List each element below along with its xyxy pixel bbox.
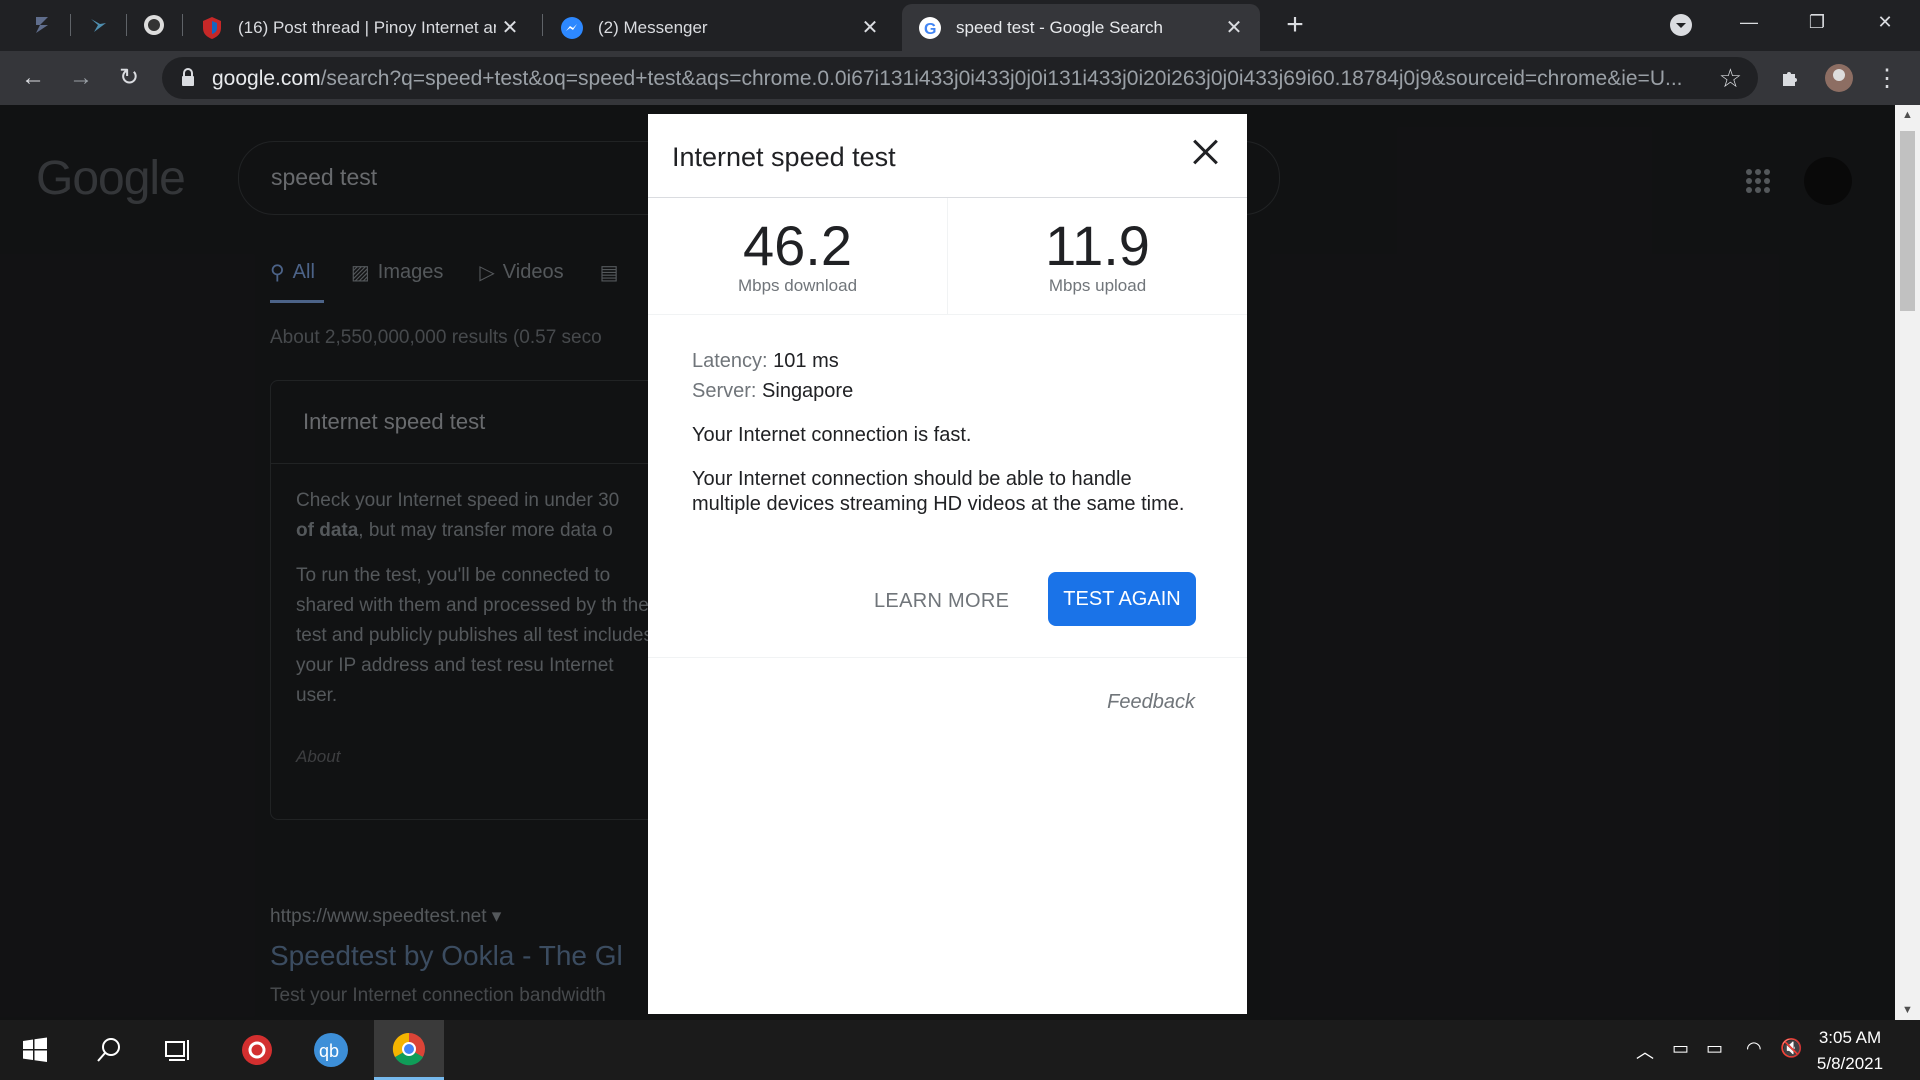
browser-toolbar: ← → ↻ google.com/search?q=speed+test&oq=… xyxy=(0,51,1920,105)
show-hidden-icons[interactable]: ︿ xyxy=(1636,1038,1654,1064)
avatar-face-icon xyxy=(144,15,164,35)
latency-value: 101 ms xyxy=(773,350,839,372)
svg-text:G: G xyxy=(924,21,936,38)
download-unit: Mbps download xyxy=(737,276,858,295)
close-tab-icon[interactable]: ✕ xyxy=(496,15,524,40)
feedback-link[interactable]: Feedback xyxy=(1107,691,1195,714)
chrome-taskbar-icon[interactable] xyxy=(374,1020,444,1080)
chrome-menu-icon[interactable]: ⋮ xyxy=(1870,61,1904,95)
minimize-button[interactable]: — xyxy=(1720,0,1778,44)
shield-icon xyxy=(200,16,224,40)
upload-stat: 11.9 Mbps upload xyxy=(948,198,1247,314)
reload-icon[interactable]: ↻ xyxy=(110,59,148,97)
upload-value: 11.9 xyxy=(1045,214,1150,277)
close-icon[interactable] xyxy=(1189,136,1221,168)
tab-search-icon[interactable] xyxy=(1664,8,1698,42)
server-row: Server: Singapore xyxy=(692,380,854,402)
scroll-up-icon: ▲ xyxy=(1902,109,1913,121)
latency-row: Latency: 101 ms xyxy=(692,350,839,372)
tab-strip: (16) Post thread | Pinoy Internet and Te… xyxy=(0,0,1920,51)
tab-title: speed test - Google Search xyxy=(956,17,1163,37)
tab-messenger[interactable]: (2) Messenger ✕ xyxy=(544,4,896,51)
tab-title: (16) Post thread | Pinoy Internet and Te… xyxy=(238,17,496,37)
upload-unit: Mbps upload xyxy=(1048,276,1147,295)
test-again-button[interactable]: TEST AGAIN xyxy=(1048,572,1196,626)
restore-button[interactable]: ❐ xyxy=(1788,0,1846,44)
clock-time: 3:05 AM xyxy=(1818,1028,1882,1047)
speed-test-dialog: Internet speed test 46.2 Mbps download 1… xyxy=(648,114,1247,1014)
pinned-tab-3[interactable] xyxy=(134,8,174,42)
wifi-icon[interactable]: ◠ xyxy=(1746,1038,1762,1059)
learn-more-button[interactable]: LEARN MORE xyxy=(874,590,1009,613)
dialog-body: Latency: 101 ms Server: Singapore Your I… xyxy=(692,346,1202,517)
lock-icon xyxy=(182,68,194,86)
bookmark-star-icon[interactable]: ☆ xyxy=(1719,63,1742,94)
new-tab-button[interactable]: + xyxy=(1278,8,1312,42)
system-clock[interactable]: 3:05 AM 5/8/2021 xyxy=(1800,1025,1900,1077)
close-tab-icon[interactable]: ✕ xyxy=(1220,15,1248,40)
tab-title: (2) Messenger xyxy=(598,17,708,37)
address-bar[interactable]: google.com/search?q=speed+test&oq=speed+… xyxy=(162,57,1758,99)
pinned-tab-2[interactable] xyxy=(78,8,118,42)
windows-taskbar: qb ︿ ▭ ▭ ◠ 🔇 3:05 AM 5/8/2021 xyxy=(0,1020,1920,1080)
speed-verdict: Your Internet connection is fast. xyxy=(692,424,972,446)
speed-results: 46.2 Mbps download 11.9 Mbps upload xyxy=(648,198,1247,315)
window-close-button[interactable]: ✕ xyxy=(1856,0,1914,44)
extensions-puzzle-icon[interactable] xyxy=(1774,61,1808,95)
dialog-header: Internet speed test xyxy=(648,114,1247,198)
qbittorrent-icon[interactable]: qb xyxy=(300,1020,362,1080)
url-text: google.com/search?q=speed+test&oq=speed+… xyxy=(212,67,1683,90)
battery-icon[interactable]: ▭ xyxy=(1706,1038,1723,1059)
meet-now-icon[interactable]: ▭ xyxy=(1672,1038,1689,1059)
download-stat: 46.2 Mbps download xyxy=(648,198,947,314)
pinned-tab-1[interactable] xyxy=(22,8,62,42)
dialog-title: Internet speed test xyxy=(672,142,896,172)
task-view-icon[interactable] xyxy=(148,1020,210,1080)
page-scrollbar[interactable]: ▲ ▼ xyxy=(1895,105,1920,1020)
clock-date: 5/8/2021 xyxy=(1816,1054,1884,1073)
qb-label: qb xyxy=(319,1041,339,1061)
tab-pinoy-forum[interactable]: (16) Post thread | Pinoy Internet and Te… xyxy=(184,4,536,51)
windows-start-icon[interactable] xyxy=(4,1020,66,1080)
gear-app-icon[interactable] xyxy=(226,1020,288,1080)
close-tab-icon[interactable]: ✕ xyxy=(856,15,884,40)
download-value: 46.2 xyxy=(743,214,852,277)
server-value: Singapore xyxy=(762,380,854,402)
google-g-icon: G xyxy=(918,16,942,40)
scroll-down-icon: ▼ xyxy=(1902,1004,1913,1016)
bird-icon xyxy=(91,19,106,32)
search-icon[interactable] xyxy=(78,1020,140,1080)
tab-google-search[interactable]: G speed test - Google Search ✕ xyxy=(902,4,1260,51)
messenger-icon xyxy=(560,16,584,40)
forward-icon[interactable]: → xyxy=(62,59,100,97)
scrollbar-thumb[interactable] xyxy=(1900,131,1915,311)
bolt-icon xyxy=(36,17,48,33)
profile-avatar[interactable] xyxy=(1822,61,1856,95)
back-icon[interactable]: ← xyxy=(14,59,52,97)
speed-description: Your Internet connection should be able … xyxy=(692,468,1185,515)
